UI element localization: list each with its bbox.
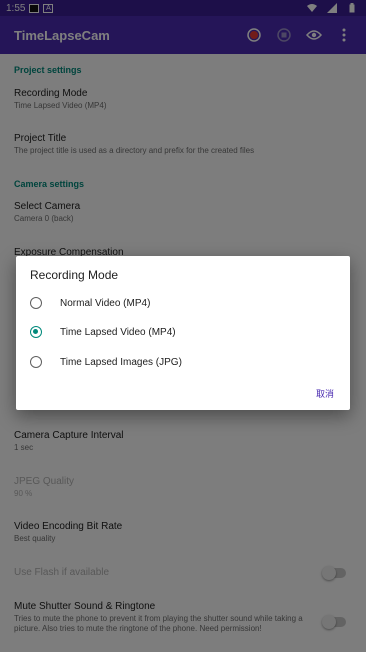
option-label: Time Lapsed Video (MP4)	[60, 326, 176, 338]
dialog-title: Recording Mode	[30, 268, 119, 282]
radio-button[interactable]	[30, 356, 42, 368]
radio-button[interactable]	[30, 297, 42, 309]
option-time-lapsed-images[interactable]: Time Lapsed Images (JPG)	[30, 350, 336, 374]
option-time-lapsed-video[interactable]: Time Lapsed Video (MP4)	[30, 320, 336, 344]
option-normal-video[interactable]: Normal Video (MP4)	[30, 291, 336, 315]
cancel-button[interactable]: 取消	[316, 387, 334, 400]
recording-mode-dialog: Recording Mode Normal Video (MP4) Time L…	[16, 256, 350, 410]
option-label: Normal Video (MP4)	[60, 297, 151, 309]
option-label: Time Lapsed Images (JPG)	[60, 356, 182, 368]
radio-button-selected[interactable]	[30, 326, 42, 338]
